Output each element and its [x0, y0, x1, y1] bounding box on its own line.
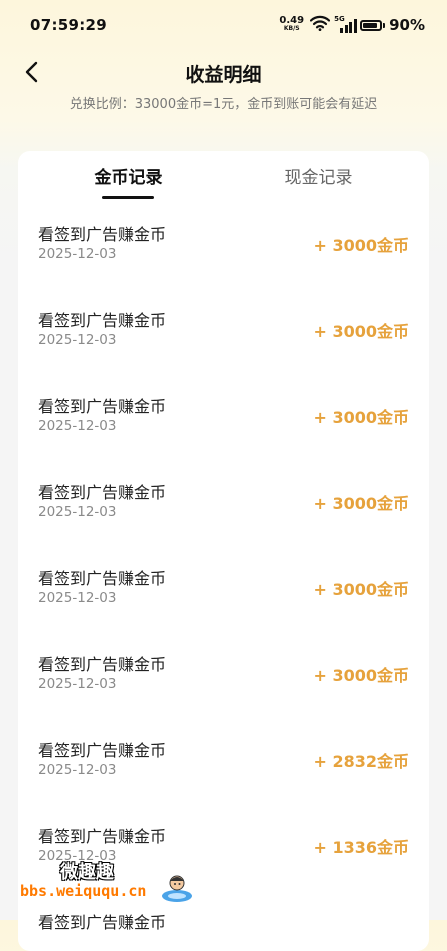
record-name: 看签到广告赚金币	[38, 311, 167, 330]
record-date: 2025-12-03	[38, 332, 117, 348]
watermark-mascot-icon	[162, 875, 192, 902]
exchange-rate-note: 兑换比例：33000金币=1元，金币到账可能会有延迟	[69, 97, 378, 112]
list-item: 看签到广告赚金币 2025-12-03 + 3000金币	[18, 289, 429, 375]
page-title: 收益明细	[185, 64, 262, 86]
record-date: 2025-12-03	[38, 246, 117, 262]
record-amount: + 3000金币	[313, 408, 409, 427]
record-name: 看签到广告赚金币	[38, 569, 167, 588]
cellular-signal-icon: 5G	[334, 15, 357, 34]
record-date: 2025-12-03	[38, 504, 117, 520]
list-item: 看签到广告赚金币 2025-12-03 + 3000金币	[18, 633, 429, 719]
record-amount: + 2832金币	[313, 752, 409, 771]
record-name: 看签到广告赚金币	[38, 483, 167, 502]
tab-cash-records[interactable]: 现金记录	[216, 163, 421, 188]
battery-percent: 90%	[389, 16, 425, 34]
status-icons: 0.49 KB/S 5G 90%	[279, 15, 425, 35]
list-item: 看签到广告赚金币 2025-12-03 + 3000金币	[18, 547, 429, 633]
record-name: 看签到广告赚金币	[38, 741, 167, 760]
status-bar: 07:59:29 0.49 KB/S 5G 90%	[0, 0, 447, 50]
record-amount: + 3000金币	[313, 666, 409, 685]
watermark-url: bbs.weiququ.cn	[20, 882, 147, 900]
wifi-icon	[309, 15, 331, 35]
record-amount: + 3000金币	[313, 236, 409, 255]
battery-icon	[360, 19, 386, 31]
records-card: 金币记录 现金记录 看签到广告赚金币 2025-12-03 + 3000金币 看…	[18, 151, 429, 951]
record-amount: + 1336金币	[313, 838, 409, 857]
list-item: 看签到广告赚金币 2025-12-03 + 2832金币	[18, 719, 429, 805]
record-date: 2025-12-03	[38, 418, 117, 434]
list-item: 看签到广告赚金币 2025-12-03 + 3000金币	[18, 461, 429, 547]
record-list: 看签到广告赚金币 2025-12-03 + 3000金币 看签到广告赚金币 20…	[18, 203, 429, 951]
tab-coin-records[interactable]: 金币记录	[26, 163, 231, 188]
record-name: 看签到广告赚金币	[38, 827, 167, 846]
record-name: 看签到广告赚金币	[38, 397, 167, 416]
record-name: 看签到广告赚金币	[38, 225, 167, 244]
record-amount: + 3000金币	[313, 494, 409, 513]
net-speed-unit: KB/S	[283, 25, 300, 32]
net-speed: 0.49 KB/S	[279, 15, 305, 33]
record-date: 2025-12-03	[38, 762, 117, 778]
watermark: 微趣趣 bbs.weiququ.cn	[20, 858, 200, 908]
list-item: 看签到广告赚金币 2025-12-03 + 3000金币	[18, 375, 429, 461]
status-time: 07:59:29	[30, 16, 108, 34]
record-amount: + 3000金币	[313, 322, 409, 341]
tab-bar: 金币记录 现金记录	[18, 151, 429, 203]
page-header: 收益明细	[0, 50, 447, 95]
list-item: 看签到广告赚金币 2025-12-03 + 3000金币	[18, 203, 429, 289]
active-tab-indicator	[102, 196, 154, 199]
record-name: 看签到广告赚金币	[38, 913, 167, 932]
record-date: 2025-12-03	[38, 676, 117, 692]
record-date: 2025-12-03	[38, 590, 117, 606]
record-name: 看签到广告赚金币	[38, 655, 167, 674]
record-amount: + 3000金币	[313, 580, 409, 599]
net-speed-value: 0.49	[279, 15, 305, 26]
watermark-text: 微趣趣	[60, 862, 114, 883]
